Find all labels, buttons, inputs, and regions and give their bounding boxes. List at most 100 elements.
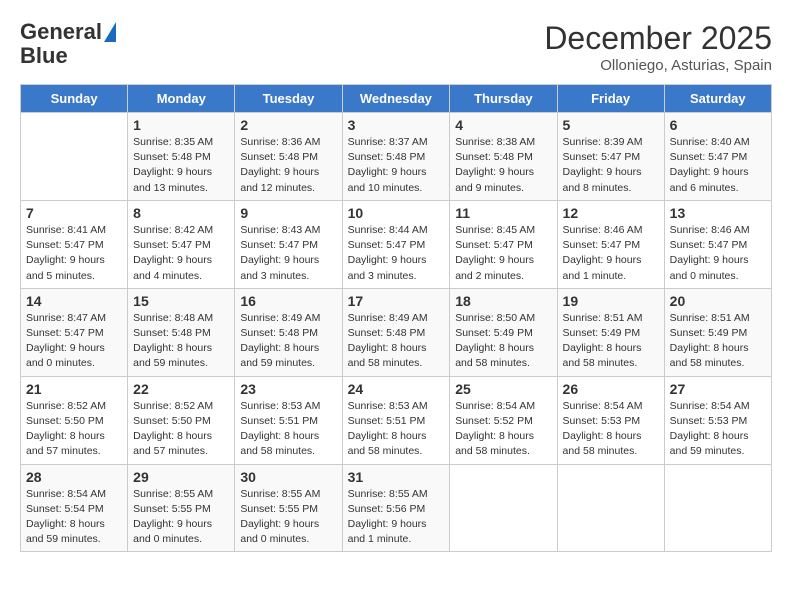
day-number: 9 xyxy=(240,205,336,221)
day-info: Sunrise: 8:46 AM Sunset: 5:47 PM Dayligh… xyxy=(563,223,659,284)
day-number: 15 xyxy=(133,293,229,309)
calendar-cell: 1 Sunrise: 8:35 AM Sunset: 5:48 PM Daylig… xyxy=(128,113,235,201)
day-number: 26 xyxy=(563,381,659,397)
logo-line2: Blue xyxy=(20,44,68,68)
day-info: Sunrise: 8:38 AM Sunset: 5:48 PM Dayligh… xyxy=(455,135,551,196)
day-number: 11 xyxy=(455,205,551,221)
dow-header: Monday xyxy=(128,85,235,113)
calendar-cell: 28 Sunrise: 8:54 AM Sunset: 5:54 PM Dayli… xyxy=(21,464,128,552)
calendar-table: SundayMondayTuesdayWednesdayThursdayFrid… xyxy=(20,84,772,552)
calendar-cell: 23 Sunrise: 8:53 AM Sunset: 5:51 PM Dayli… xyxy=(235,376,342,464)
day-number: 22 xyxy=(133,381,229,397)
dow-header: Saturday xyxy=(664,85,771,113)
calendar-cell: 8 Sunrise: 8:42 AM Sunset: 5:47 PM Daylig… xyxy=(128,200,235,288)
day-number: 17 xyxy=(348,293,445,309)
day-number: 6 xyxy=(670,117,766,133)
day-number: 13 xyxy=(670,205,766,221)
calendar-cell: 6 Sunrise: 8:40 AM Sunset: 5:47 PM Daylig… xyxy=(664,113,771,201)
calendar-cell: 30Sunrise: 8:55 AM Sunset: 5:55 PM Dayli… xyxy=(235,464,342,552)
calendar-cell: 3 Sunrise: 8:37 AM Sunset: 5:48 PM Daylig… xyxy=(342,113,450,201)
day-number: 23 xyxy=(240,381,336,397)
calendar-cell: 7 Sunrise: 8:41 AM Sunset: 5:47 PM Daylig… xyxy=(21,200,128,288)
day-number: 20 xyxy=(670,293,766,309)
calendar-cell: 13 Sunrise: 8:46 AM Sunset: 5:47 PM Dayli… xyxy=(664,200,771,288)
calendar-cell: 22 Sunrise: 8:52 AM Sunset: 5:50 PM Dayli… xyxy=(128,376,235,464)
day-info: Sunrise: 8:40 AM Sunset: 5:47 PM Dayligh… xyxy=(670,135,766,196)
day-info: Sunrise: 8:37 AM Sunset: 5:48 PM Dayligh… xyxy=(348,135,445,196)
day-info: Sunrise: 8:42 AM Sunset: 5:47 PM Dayligh… xyxy=(133,223,229,284)
day-number: 25 xyxy=(455,381,551,397)
day-number: 5 xyxy=(563,117,659,133)
day-info: Sunrise: 8:41 AM Sunset: 5:47 PM Dayligh… xyxy=(26,223,122,284)
day-info: Sunrise: 8:35 AM Sunset: 5:48 PM Dayligh… xyxy=(133,135,229,196)
day-number: 4 xyxy=(455,117,551,133)
calendar-cell: 27 Sunrise: 8:54 AM Sunset: 5:53 PM Dayli… xyxy=(664,376,771,464)
day-info: Sunrise: 8:55 AM Sunset: 5:55 PM Dayligh… xyxy=(133,487,229,548)
logo: General Blue xyxy=(20,20,116,68)
day-info: Sunrise: 8:43 AM Sunset: 5:47 PM Dayligh… xyxy=(240,223,336,284)
location-subtitle: Olloniego, Asturias, Spain xyxy=(544,57,772,74)
day-info: Sunrise: 8:39 AM Sunset: 5:47 PM Dayligh… xyxy=(563,135,659,196)
day-info: Sunrise: 8:51 AM Sunset: 5:49 PM Dayligh… xyxy=(563,311,659,372)
day-info: Sunrise: 8:45 AM Sunset: 5:47 PM Dayligh… xyxy=(455,223,551,284)
day-number: 18 xyxy=(455,293,551,309)
day-info: Sunrise: 8:54 AM Sunset: 5:54 PM Dayligh… xyxy=(26,487,122,548)
dow-header: Friday xyxy=(557,85,664,113)
day-number: 24 xyxy=(348,381,445,397)
day-info: Sunrise: 8:36 AM Sunset: 5:48 PM Dayligh… xyxy=(240,135,336,196)
day-number: 10 xyxy=(348,205,445,221)
day-info: Sunrise: 8:51 AM Sunset: 5:49 PM Dayligh… xyxy=(670,311,766,372)
day-info: Sunrise: 8:54 AM Sunset: 5:52 PM Dayligh… xyxy=(455,399,551,460)
calendar-cell: 29 Sunrise: 8:55 AM Sunset: 5:55 PM Dayli… xyxy=(128,464,235,552)
day-info: Sunrise: 8:49 AM Sunset: 5:48 PM Dayligh… xyxy=(348,311,445,372)
day-info: Sunrise: 8:53 AM Sunset: 5:51 PM Dayligh… xyxy=(240,399,336,460)
day-number: 16 xyxy=(240,293,336,309)
calendar-cell: 5 Sunrise: 8:39 AM Sunset: 5:47 PM Daylig… xyxy=(557,113,664,201)
day-info: Sunrise: 8:46 AM Sunset: 5:47 PM Dayligh… xyxy=(670,223,766,284)
calendar-cell: 4 Sunrise: 8:38 AM Sunset: 5:48 PM Daylig… xyxy=(450,113,557,201)
month-title: December 2025 xyxy=(544,20,772,57)
day-number: 3 xyxy=(348,117,445,133)
day-number: 28 xyxy=(26,469,122,485)
day-info: Sunrise: 8:52 AM Sunset: 5:50 PM Dayligh… xyxy=(26,399,122,460)
calendar-cell xyxy=(21,113,128,201)
calendar-cell: 9 Sunrise: 8:43 AM Sunset: 5:47 PM Daylig… xyxy=(235,200,342,288)
calendar-cell: 15Sunrise: 8:48 AM Sunset: 5:48 PM Dayli… xyxy=(128,288,235,376)
day-number: 29 xyxy=(133,469,229,485)
calendar-cell: 10 Sunrise: 8:44 AM Sunset: 5:47 PM Dayli… xyxy=(342,200,450,288)
calendar-cell xyxy=(664,464,771,552)
calendar-cell: 19 Sunrise: 8:51 AM Sunset: 5:49 PM Dayli… xyxy=(557,288,664,376)
day-number: 14 xyxy=(26,293,122,309)
calendar-cell: 11 Sunrise: 8:45 AM Sunset: 5:47 PM Dayli… xyxy=(450,200,557,288)
calendar-cell: 26 Sunrise: 8:54 AM Sunset: 5:53 PM Dayli… xyxy=(557,376,664,464)
calendar-cell: 31Sunrise: 8:55 AM Sunset: 5:56 PM Dayli… xyxy=(342,464,450,552)
calendar-cell: 14Sunrise: 8:47 AM Sunset: 5:47 PM Dayli… xyxy=(21,288,128,376)
day-info: Sunrise: 8:54 AM Sunset: 5:53 PM Dayligh… xyxy=(670,399,766,460)
calendar-cell xyxy=(557,464,664,552)
day-number: 21 xyxy=(26,381,122,397)
day-number: 7 xyxy=(26,205,122,221)
dow-header: Tuesday xyxy=(235,85,342,113)
day-number: 30 xyxy=(240,469,336,485)
calendar-cell: 20 Sunrise: 8:51 AM Sunset: 5:49 PM Dayli… xyxy=(664,288,771,376)
calendar-cell: 25 Sunrise: 8:54 AM Sunset: 5:52 PM Dayli… xyxy=(450,376,557,464)
day-info: Sunrise: 8:54 AM Sunset: 5:53 PM Dayligh… xyxy=(563,399,659,460)
day-number: 12 xyxy=(563,205,659,221)
day-number: 8 xyxy=(133,205,229,221)
dow-header: Wednesday xyxy=(342,85,450,113)
dow-header: Thursday xyxy=(450,85,557,113)
logo-line1: General xyxy=(20,20,102,44)
calendar-cell: 16Sunrise: 8:49 AM Sunset: 5:48 PM Dayli… xyxy=(235,288,342,376)
day-info: Sunrise: 8:52 AM Sunset: 5:50 PM Dayligh… xyxy=(133,399,229,460)
day-number: 19 xyxy=(563,293,659,309)
day-number: 27 xyxy=(670,381,766,397)
calendar-cell: 17 Sunrise: 8:49 AM Sunset: 5:48 PM Dayli… xyxy=(342,288,450,376)
day-number: 1 xyxy=(133,117,229,133)
calendar-cell: 24 Sunrise: 8:53 AM Sunset: 5:51 PM Dayli… xyxy=(342,376,450,464)
day-info: Sunrise: 8:50 AM Sunset: 5:49 PM Dayligh… xyxy=(455,311,551,372)
day-info: Sunrise: 8:44 AM Sunset: 5:47 PM Dayligh… xyxy=(348,223,445,284)
logo-icon xyxy=(104,22,116,42)
calendar-cell: 12 Sunrise: 8:46 AM Sunset: 5:47 PM Dayli… xyxy=(557,200,664,288)
day-info: Sunrise: 8:53 AM Sunset: 5:51 PM Dayligh… xyxy=(348,399,445,460)
day-info: Sunrise: 8:55 AM Sunset: 5:56 PM Dayligh… xyxy=(348,487,445,548)
